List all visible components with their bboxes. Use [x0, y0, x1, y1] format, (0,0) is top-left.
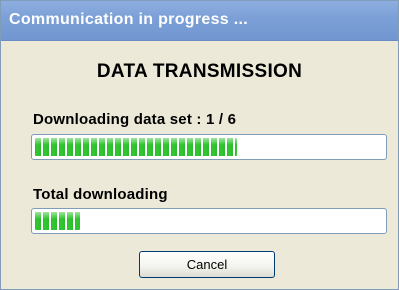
communication-dialog: Communication in progress ... DATA TRANS…	[0, 0, 399, 290]
download-progress-bar	[31, 134, 387, 160]
total-progress-bar	[31, 208, 387, 234]
title-bar[interactable]: Communication in progress ...	[1, 1, 398, 41]
download-progress-fill	[35, 138, 237, 156]
download-progress-label: Downloading data set : 1 / 6	[33, 111, 237, 128]
dialog-heading: DATA TRANSMISSION	[96, 61, 303, 82]
total-progress-fill	[35, 212, 80, 230]
cancel-button[interactable]: Cancel	[139, 251, 275, 278]
total-progress-label: Total downloading	[33, 186, 168, 203]
window-title: Communication in progress ...	[9, 11, 248, 28]
